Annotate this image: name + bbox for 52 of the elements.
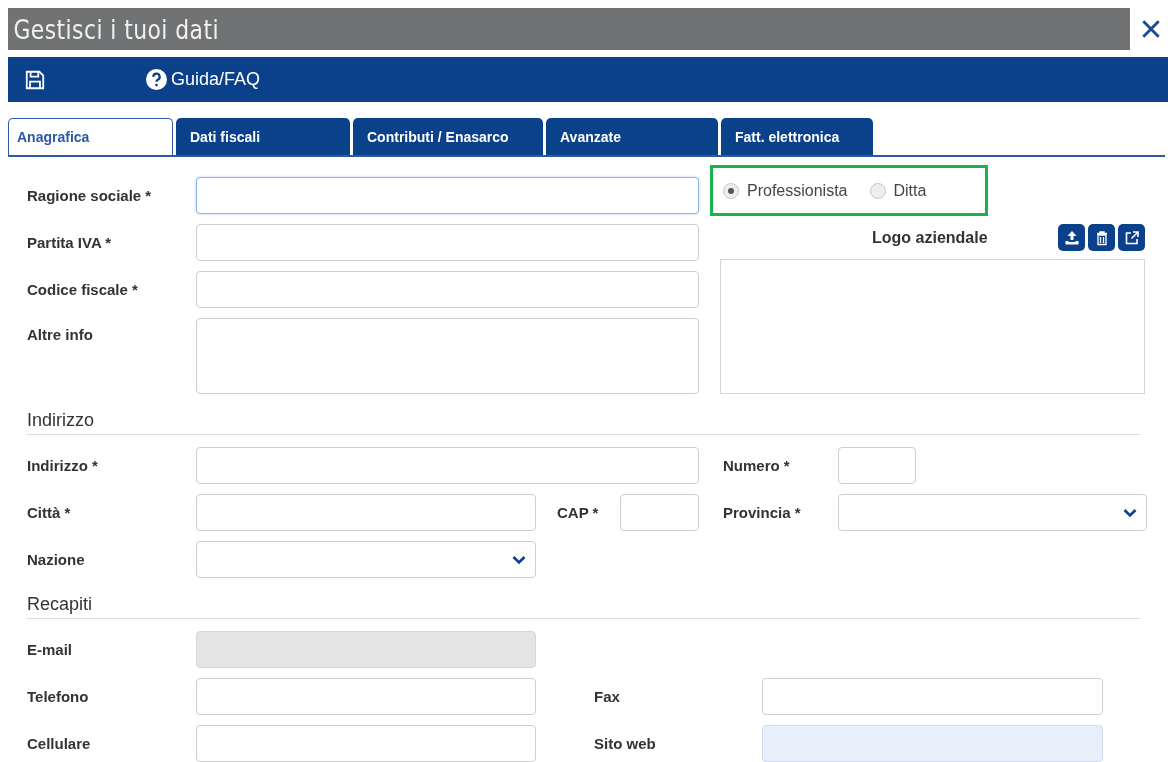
field-label: Telefono — [27, 688, 90, 705]
tab[interactable]: Anagrafica — [8, 118, 173, 155]
input-field[interactable] — [196, 447, 699, 484]
close-icon — [1140, 18, 1162, 40]
field-label: Numero * — [723, 457, 791, 474]
field-label: Nazione — [27, 551, 86, 568]
open-external-button[interactable] — [1118, 224, 1145, 252]
radio-button[interactable] — [723, 182, 739, 199]
field-label: Provincia * — [723, 504, 802, 521]
input-field[interactable] — [196, 494, 536, 531]
dropdown[interactable] — [196, 541, 536, 578]
window-title: Gestisci i tuoi dati — [12, 13, 219, 45]
input-field[interactable] — [196, 725, 536, 762]
input-field[interactable] — [196, 271, 699, 308]
section-title: Indirizzo — [27, 410, 95, 430]
input-field[interactable] — [196, 177, 699, 214]
section-title: Recapiti — [27, 594, 93, 614]
input-field[interactable] — [838, 447, 916, 484]
tab[interactable]: Dati fiscali — [176, 118, 350, 155]
tab[interactable]: Avanzate — [546, 118, 718, 155]
logo-label: Logo aziendale — [872, 228, 988, 247]
input-field[interactable] — [196, 224, 699, 261]
radio-label: Ditta — [893, 181, 927, 200]
radio-label: Professionista — [747, 181, 848, 200]
help-button[interactable]: Guida/FAQ — [146, 69, 261, 90]
delete-button[interactable] — [1088, 224, 1115, 252]
field-label: Indirizzo * — [27, 457, 99, 474]
field-label: CAP * — [556, 504, 600, 521]
input-field[interactable] — [762, 678, 1103, 715]
save-icon — [24, 68, 46, 91]
tab[interactable]: Contributi / Enasarco — [353, 118, 543, 155]
input-field[interactable] — [196, 678, 536, 715]
upload-icon — [1063, 229, 1080, 246]
help-icon — [146, 69, 167, 90]
field-label: Cellulare — [27, 735, 92, 752]
field-label: Ragione sociale * — [27, 187, 153, 204]
field-label: Fax — [594, 688, 621, 705]
input-field[interactable] — [620, 494, 699, 531]
field-label: Codice fiscale * — [27, 281, 139, 298]
field-label: Altre info — [27, 326, 94, 343]
field-label: Partita IVA * — [27, 234, 113, 251]
input-field[interactable] — [762, 725, 1103, 762]
external-link-icon — [1123, 229, 1140, 246]
text-area[interactable] — [196, 318, 699, 394]
dropdown[interactable] — [838, 494, 1147, 531]
radio-button[interactable] — [869, 182, 886, 199]
tab[interactable]: Fatt. elettronica — [721, 118, 873, 155]
field-label: E-mail — [27, 641, 73, 658]
upload-button[interactable] — [1058, 224, 1085, 252]
field-label: Sito web — [594, 735, 657, 752]
save-button[interactable] — [24, 68, 46, 91]
field-label: Città * — [27, 504, 72, 521]
